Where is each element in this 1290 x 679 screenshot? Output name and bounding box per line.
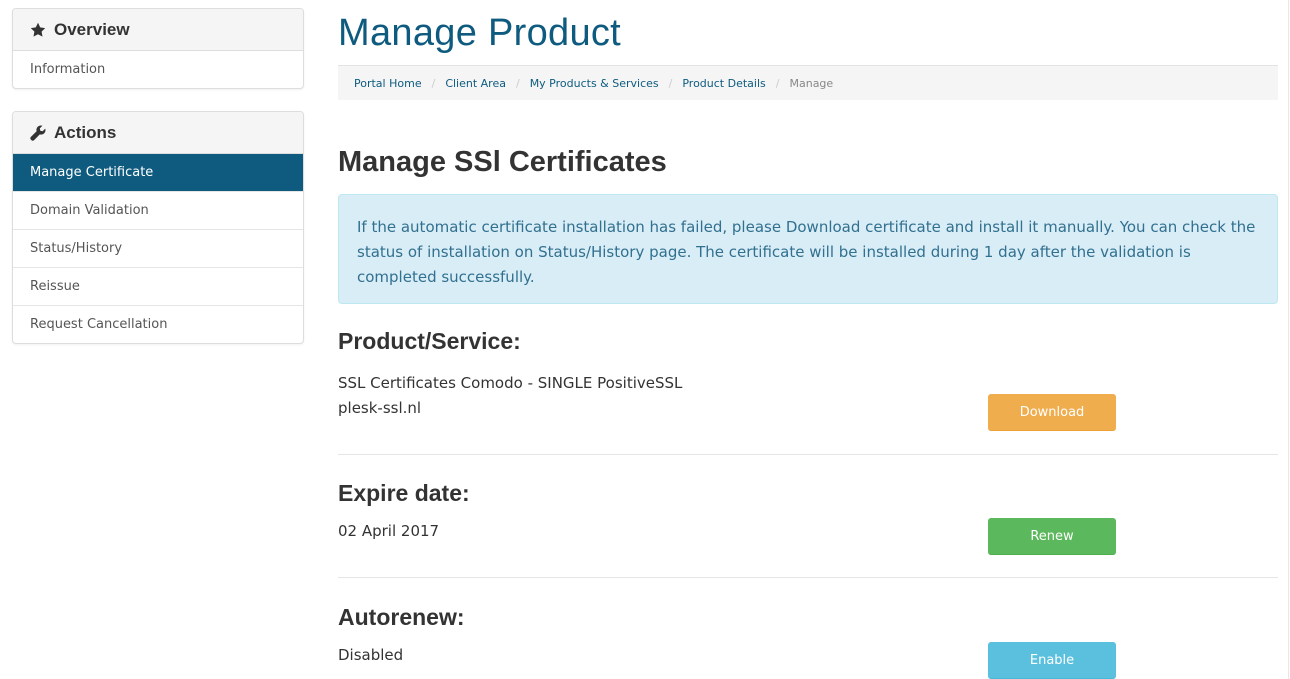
breadcrumb-separator: /: [431, 76, 436, 90]
breadcrumb: Portal Home / Client Area / My Products …: [338, 65, 1278, 100]
actions-panel: Actions Manage Certificate Domain Valida…: [12, 111, 304, 344]
breadcrumb-product-details[interactable]: Product Details: [682, 77, 765, 90]
sidebar-item-label: Domain Validation: [30, 203, 149, 218]
product-name: SSL Certificates Comodo - SINGLE Positiv…: [338, 374, 683, 392]
autorenew-value: Disabled: [338, 646, 404, 664]
page-title: Manage Product: [338, 12, 622, 54]
divider: [338, 454, 1278, 455]
breadcrumb-my-products[interactable]: My Products & Services: [530, 77, 659, 90]
breadcrumb-separator: /: [668, 76, 673, 90]
enable-button[interactable]: Enable: [988, 642, 1116, 679]
sidebar-item-domain-validation[interactable]: Domain Validation: [13, 191, 303, 229]
download-button[interactable]: Download: [988, 394, 1116, 431]
info-alert: If the automatic certificate installatio…: [338, 194, 1278, 304]
sidebar-item-label: Manage Certificate: [30, 165, 154, 180]
breadcrumb-separator: /: [775, 76, 780, 90]
breadcrumb-separator: /: [515, 76, 520, 90]
autorenew-title: Autorenew:: [338, 604, 465, 630]
actions-heading: Actions: [13, 112, 303, 154]
sidebar-item-label: Request Cancellation: [30, 317, 168, 332]
section-title: Manage SSl Certificates: [338, 146, 667, 178]
star-icon: [30, 22, 46, 38]
sidebar-item-information[interactable]: Information: [13, 51, 303, 88]
sidebar-item-label: Reissue: [30, 279, 80, 294]
sidebar-item-label: Information: [30, 62, 106, 77]
breadcrumb-portal-home[interactable]: Portal Home: [354, 77, 422, 90]
overview-title: Overview: [54, 19, 130, 39]
breadcrumb-client-area[interactable]: Client Area: [445, 77, 506, 90]
actions-title: Actions: [54, 122, 117, 142]
sidebar-item-manage-certificate[interactable]: Manage Certificate: [13, 154, 303, 191]
sidebar-item-request-cancellation[interactable]: Request Cancellation: [13, 305, 303, 343]
expire-date-title: Expire date:: [338, 480, 470, 506]
product-service-title: Product/Service:: [338, 328, 521, 354]
page-edge: [1288, 0, 1289, 679]
renew-button[interactable]: Renew: [988, 518, 1116, 555]
overview-panel: Overview Information: [12, 8, 304, 89]
sidebar-item-reissue[interactable]: Reissue: [13, 267, 303, 305]
overview-heading: Overview: [13, 9, 303, 51]
breadcrumb-current: Manage: [789, 76, 834, 90]
sidebar-item-label: Status/History: [30, 241, 123, 256]
expire-date-value: 02 April 2017: [338, 522, 440, 540]
sidebar-item-status-history[interactable]: Status/History: [13, 229, 303, 267]
product-domain: plesk-ssl.nl: [338, 399, 422, 417]
wrench-icon: [30, 125, 46, 141]
divider: [338, 577, 1278, 578]
